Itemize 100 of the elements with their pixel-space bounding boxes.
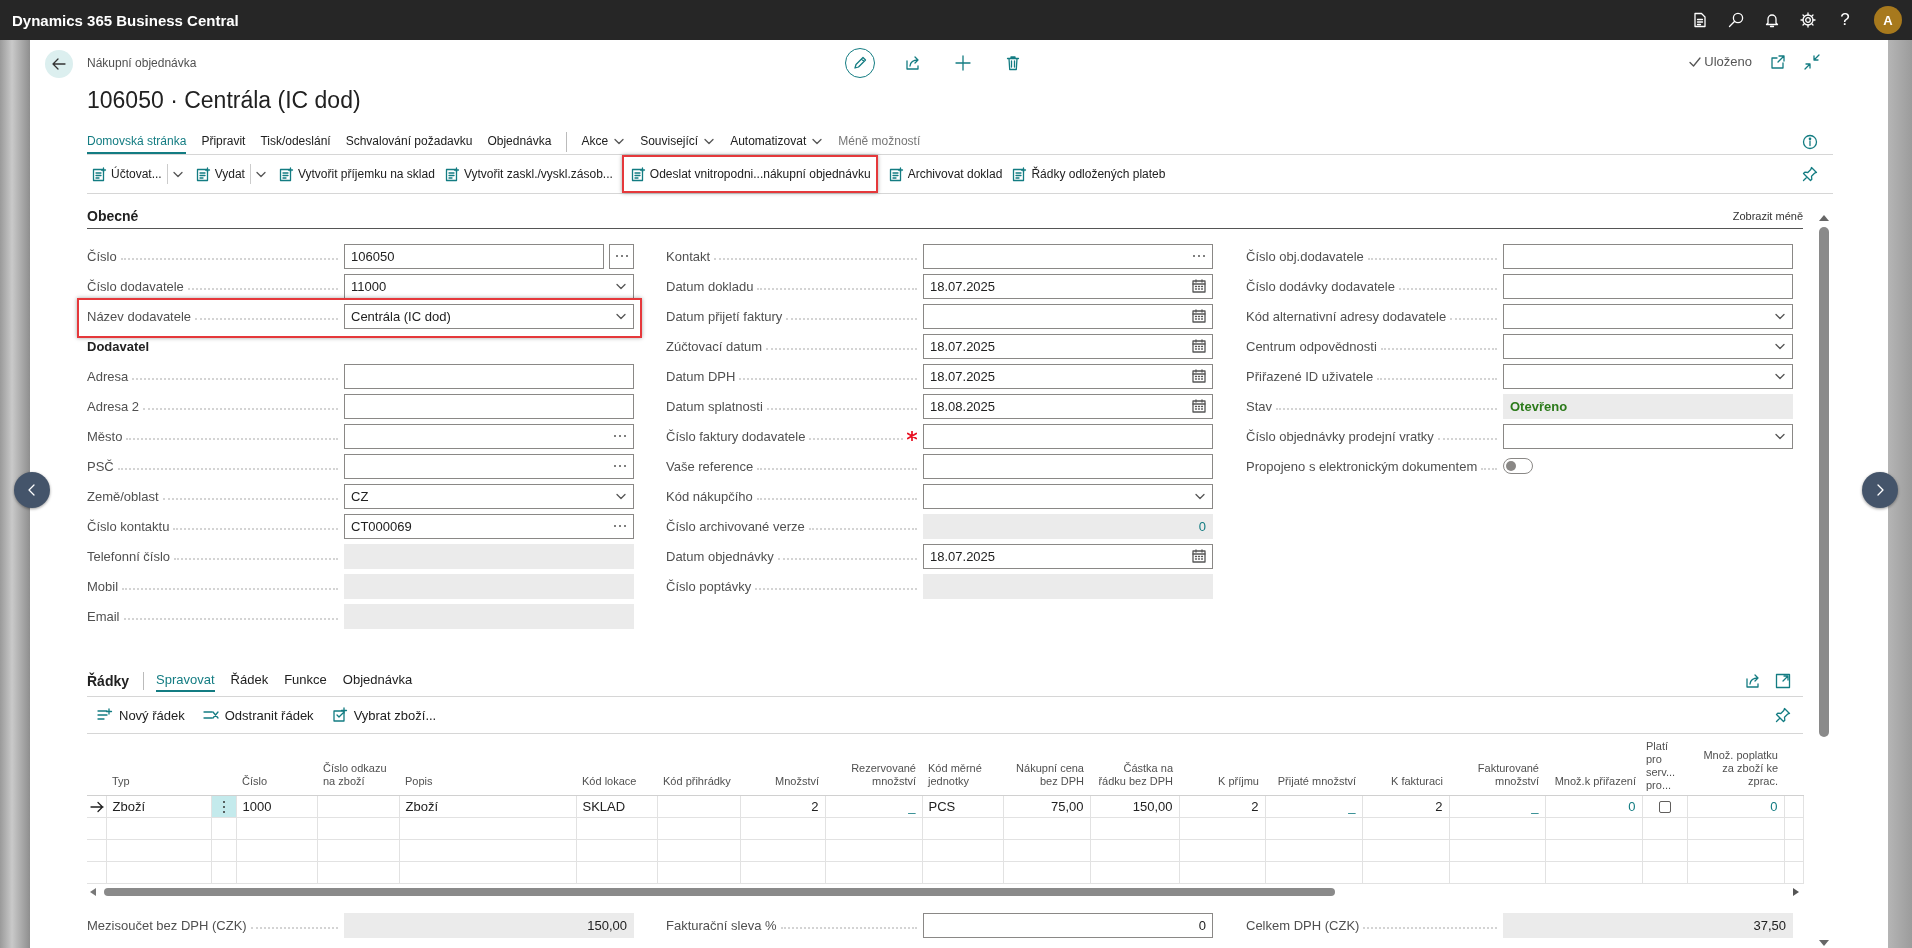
column-header[interactable]: Částka na řádku bez DPH bbox=[1096, 762, 1173, 788]
trash-icon[interactable] bbox=[1004, 55, 1021, 71]
dropdown-field[interactable]: Centrála (IC dod) bbox=[344, 303, 634, 329]
check-icon bbox=[1689, 55, 1702, 68]
date-field[interactable]: 18.08.2025 bbox=[923, 393, 1213, 419]
action-button[interactable]: Vydat bbox=[190, 160, 250, 188]
text-field[interactable] bbox=[344, 363, 634, 389]
info-icon[interactable] bbox=[1802, 133, 1818, 150]
action-button[interactable]: Vytvořit příjemku na sklad bbox=[273, 160, 440, 188]
column-header[interactable]: Nákupní cena bez DPH bbox=[1009, 762, 1084, 788]
checkbox[interactable] bbox=[1658, 800, 1671, 813]
date-field[interactable]: 18.07.2025 bbox=[923, 273, 1213, 299]
text-field[interactable] bbox=[344, 393, 634, 419]
show-less-link[interactable]: Zobrazit méně bbox=[1732, 210, 1803, 222]
column-header[interactable]: Kód přihrádky bbox=[663, 775, 734, 788]
date-field[interactable]: 18.07.2025 bbox=[923, 333, 1213, 359]
read-only-field[interactable]: 0 bbox=[923, 513, 1213, 539]
lookup-field[interactable] bbox=[923, 243, 1213, 269]
vertical-scrollbar[interactable] bbox=[1818, 213, 1830, 948]
action-button[interactable]: Vybrat zboží... bbox=[331, 707, 437, 723]
bell-icon[interactable] bbox=[1764, 12, 1780, 28]
menu-tab[interactable]: Schvalování požadavku bbox=[345, 129, 473, 154]
pin-icon[interactable] bbox=[1802, 166, 1818, 182]
menu-dropdown[interactable]: Akce bbox=[581, 129, 626, 154]
column-header[interactable]: Množ. poplatku za zboží ke zprac. bbox=[1693, 749, 1778, 788]
number-field[interactable]: 0 bbox=[923, 912, 1213, 938]
help-button[interactable]: ? bbox=[1836, 10, 1854, 30]
section-tab[interactable]: Funkce bbox=[284, 669, 327, 692]
table-cell[interactable]: 0 bbox=[1628, 799, 1636, 814]
share-icon[interactable] bbox=[1745, 672, 1761, 689]
dropdown-field[interactable] bbox=[923, 483, 1213, 509]
assist-button[interactable] bbox=[609, 243, 634, 269]
text-field[interactable] bbox=[923, 423, 1213, 449]
section-tab[interactable]: Objednávka bbox=[342, 669, 413, 692]
menu-dropdown[interactable]: Související bbox=[640, 129, 716, 154]
date-field[interactable] bbox=[923, 303, 1213, 329]
pin-icon[interactable] bbox=[1775, 707, 1791, 723]
section-tab[interactable]: Spravovat bbox=[156, 669, 215, 692]
action-button[interactable]: Odstranit řádek bbox=[202, 707, 314, 723]
text-field[interactable] bbox=[1503, 273, 1793, 299]
share-icon[interactable] bbox=[904, 55, 921, 71]
column-header[interactable]: Číslo odkazu na zboží bbox=[323, 762, 393, 788]
column-header[interactable]: Číslo bbox=[242, 775, 311, 788]
action-button[interactable]: Účtovat... bbox=[87, 160, 167, 188]
column-header[interactable]: Fakturované množství bbox=[1455, 762, 1539, 788]
section-tab[interactable]: Řádek bbox=[230, 669, 269, 692]
dropdown-field[interactable] bbox=[1503, 423, 1793, 449]
column-header[interactable]: Popis bbox=[405, 775, 570, 788]
column-header[interactable]: Množství bbox=[746, 775, 819, 788]
user-avatar[interactable]: A bbox=[1874, 6, 1902, 34]
dropdown-field[interactable] bbox=[1503, 333, 1793, 359]
document-icon[interactable] bbox=[1692, 12, 1708, 28]
table-cell[interactable]: _ bbox=[1531, 799, 1539, 814]
search-icon[interactable] bbox=[1728, 12, 1744, 28]
column-header[interactable]: Kód lokace bbox=[582, 775, 651, 788]
lookup-field[interactable] bbox=[344, 453, 634, 479]
column-header[interactable]: Přijaté množství bbox=[1271, 775, 1356, 788]
column-header[interactable]: Platí pro serv... pro... bbox=[1646, 740, 1683, 792]
menu-tab[interactable]: Připravit bbox=[201, 129, 246, 154]
action-button[interactable]: Archivovat doklad bbox=[883, 160, 1008, 188]
action-button[interactable]: Nový řádek bbox=[97, 707, 185, 723]
menu-tab[interactable]: Tisk/odeslání bbox=[260, 129, 331, 154]
action-button[interactable]: Řádky odložených plateb bbox=[1007, 160, 1171, 188]
text-field[interactable] bbox=[1503, 243, 1793, 269]
date-field[interactable]: 18.07.2025 bbox=[923, 363, 1213, 389]
text-field[interactable] bbox=[923, 453, 1213, 479]
settings-icon[interactable] bbox=[1800, 12, 1816, 28]
field-label: Město bbox=[87, 428, 123, 444]
table-cell[interactable]: 0 bbox=[1770, 799, 1778, 814]
column-header[interactable]: Rezervované množství bbox=[831, 762, 916, 788]
lookup-field[interactable]: CT000069 bbox=[344, 513, 634, 539]
dropdown-field[interactable]: CZ bbox=[344, 483, 634, 509]
column-header[interactable]: Množ.k přiřazení bbox=[1551, 775, 1636, 788]
lookup-field[interactable] bbox=[344, 423, 634, 449]
field-label: Číslo objednávky prodejní vratky bbox=[1246, 428, 1434, 444]
menu-tab[interactable]: Objednávka bbox=[487, 129, 552, 154]
menu-dropdown[interactable]: Automatizovat bbox=[730, 129, 824, 154]
expand-icon[interactable] bbox=[1775, 672, 1791, 689]
open-in-new-window-icon[interactable] bbox=[1770, 54, 1786, 70]
column-header[interactable]: K fakturaci bbox=[1368, 775, 1443, 788]
table-cell[interactable]: _ bbox=[908, 799, 916, 814]
date-field[interactable]: 18.07.2025 bbox=[923, 543, 1213, 569]
menu-tab[interactable]: Domovská stránka bbox=[87, 129, 187, 154]
dropdown-field[interactable] bbox=[1503, 363, 1793, 389]
plus-icon[interactable] bbox=[954, 55, 971, 71]
less-options-button[interactable]: Méně možností bbox=[838, 129, 921, 154]
action-button[interactable]: Vytvořit zaskl./vyskl.zásob... bbox=[439, 160, 618, 188]
table-cell[interactable]: _ bbox=[1348, 799, 1356, 814]
action-button[interactable]: Odeslat vnitropodni...nákupní objednávku bbox=[625, 160, 876, 188]
dropdown-field[interactable]: 11000 bbox=[344, 273, 634, 299]
dropdown-field[interactable] bbox=[1503, 303, 1793, 329]
back-button[interactable] bbox=[45, 50, 73, 78]
collapse-icon[interactable] bbox=[1804, 54, 1820, 70]
field-label: Přiřazené ID uživatele bbox=[1246, 368, 1374, 384]
table-cell: 75,00 bbox=[1050, 799, 1084, 814]
text-field[interactable]: 106050 bbox=[344, 243, 604, 269]
vertical-ellipsis-icon[interactable] bbox=[221, 799, 226, 814]
column-header[interactable]: Kód měrné jednotky bbox=[928, 762, 997, 788]
column-header[interactable]: Typ bbox=[112, 775, 205, 788]
column-header[interactable]: K příjmu bbox=[1185, 775, 1259, 788]
